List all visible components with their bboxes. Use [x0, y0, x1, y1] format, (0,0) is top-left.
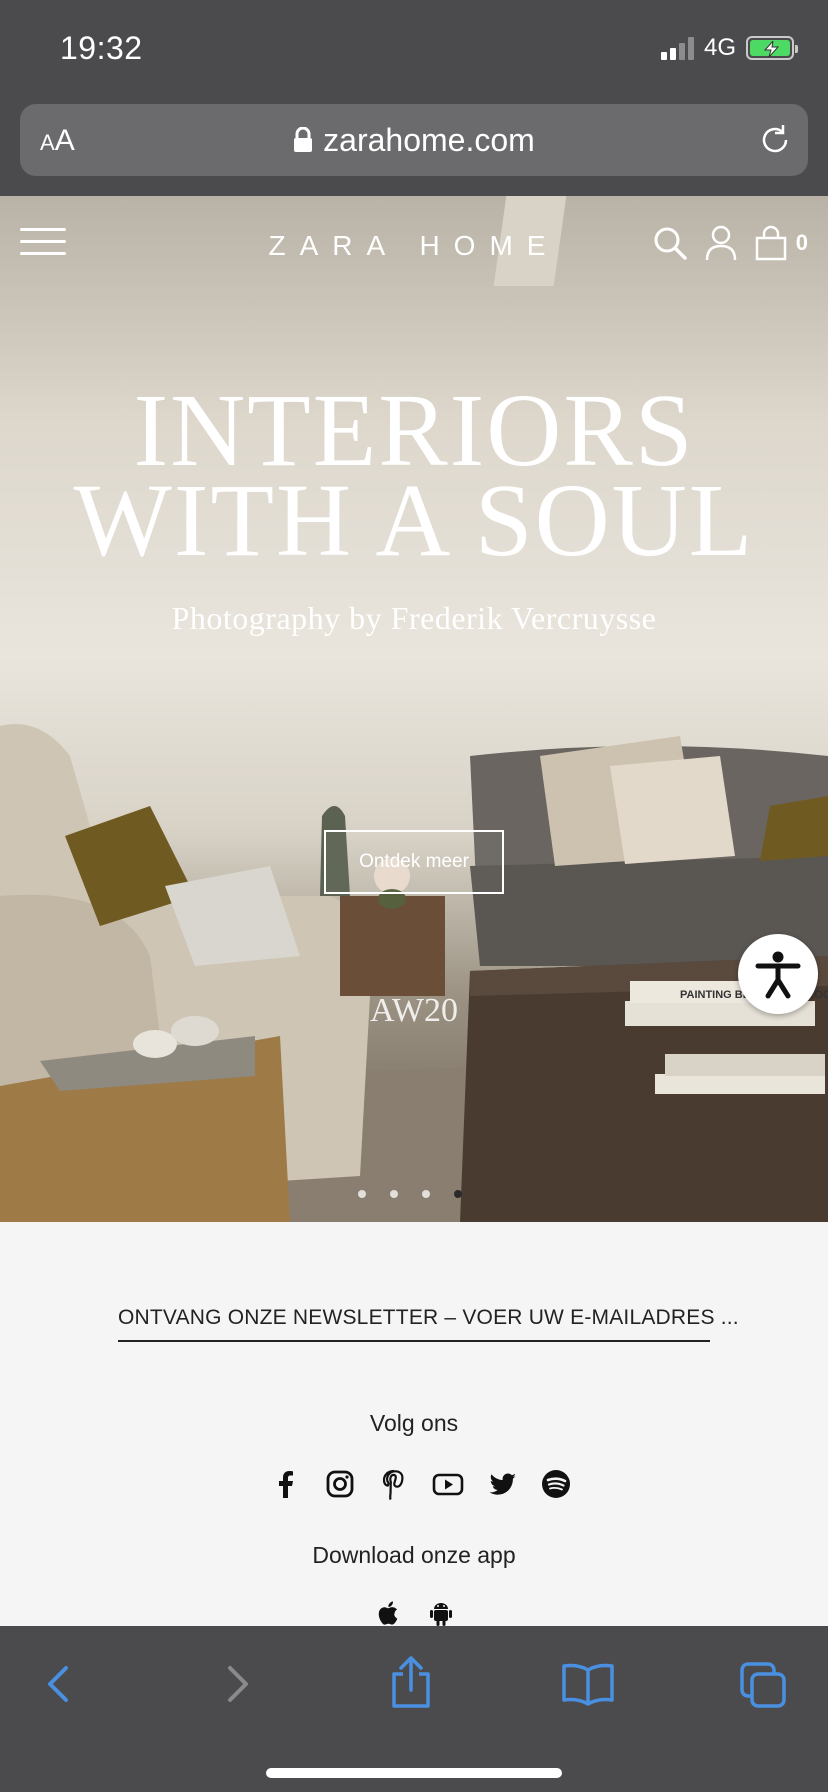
carousel-dots[interactable]	[358, 1190, 462, 1198]
search-icon[interactable]	[652, 225, 688, 261]
accessibility-icon	[755, 951, 801, 999]
address-bar[interactable]: AA zarahome.com	[20, 104, 808, 176]
carousel-dot[interactable]	[390, 1190, 398, 1198]
newsletter-email-input[interactable]: ONTVANG ONZE NEWSLETTER – VOER UW E-MAIL…	[118, 1306, 739, 1342]
hero-headline: INTERIORS WITH A SOUL	[0, 379, 828, 578]
app-store-links	[374, 1598, 456, 1628]
bookmarks-icon[interactable]	[560, 1660, 616, 1708]
carousel-dot-active[interactable]	[454, 1190, 462, 1198]
discover-more-button[interactable]: Ontdek meer	[324, 830, 504, 894]
shopping-bag-icon[interactable]	[754, 225, 788, 261]
carousel-dot[interactable]	[422, 1190, 430, 1198]
url-field[interactable]: zarahome.com	[20, 122, 808, 159]
season-label: AW20	[370, 992, 458, 1029]
reload-icon[interactable]	[758, 122, 792, 158]
cart-count[interactable]: 0	[796, 230, 808, 256]
download-app-label: Download onze app	[312, 1542, 516, 1568]
accessibility-button[interactable]	[738, 934, 818, 1014]
youtube-icon[interactable]	[432, 1468, 464, 1500]
status-indicators: 4G	[660, 34, 798, 62]
site-header: ZARA HOME 0	[0, 196, 828, 296]
hero-headline-line2: WITH A SOUL	[73, 463, 755, 578]
tabs-icon[interactable]	[738, 1660, 788, 1710]
social-links	[270, 1468, 572, 1500]
battery-icon	[746, 36, 798, 60]
spotify-icon[interactable]	[540, 1468, 572, 1500]
apple-icon[interactable]	[374, 1598, 404, 1628]
network-type: 4G	[703, 34, 736, 61]
url-text: zarahome.com	[323, 122, 535, 158]
forward-icon[interactable]	[212, 1660, 260, 1708]
follow-us-label: Volg ons	[369, 1410, 459, 1436]
hero-subtitle: Photography by Frederik Vercruysse	[171, 600, 657, 636]
share-icon[interactable]	[386, 1654, 436, 1710]
status-time: 19:32	[60, 30, 143, 66]
facebook-icon[interactable]	[270, 1468, 302, 1500]
lock-icon	[294, 127, 313, 152]
back-icon[interactable]	[36, 1660, 84, 1708]
hero-banner[interactable]: PAINTING BEYOND POLLOCK ZARA HOME 0 INTE…	[0, 196, 828, 1222]
user-icon[interactable]	[704, 224, 738, 262]
pinterest-icon[interactable]	[378, 1468, 410, 1500]
android-icon[interactable]	[426, 1598, 456, 1628]
signal-icon	[660, 36, 694, 60]
hero-image: PAINTING BEYOND POLLOCK	[0, 724, 828, 1222]
home-indicator	[266, 1768, 562, 1778]
status-bar: 19:32 4G	[0, 0, 828, 100]
instagram-icon[interactable]	[324, 1468, 356, 1500]
twitter-icon[interactable]	[486, 1468, 518, 1500]
carousel-dot[interactable]	[358, 1190, 366, 1198]
header-actions: 0	[652, 224, 808, 262]
browser-toolbar	[0, 1626, 828, 1792]
site-footer: ONTVANG ONZE NEWSLETTER – VOER UW E-MAIL…	[0, 1222, 828, 1626]
